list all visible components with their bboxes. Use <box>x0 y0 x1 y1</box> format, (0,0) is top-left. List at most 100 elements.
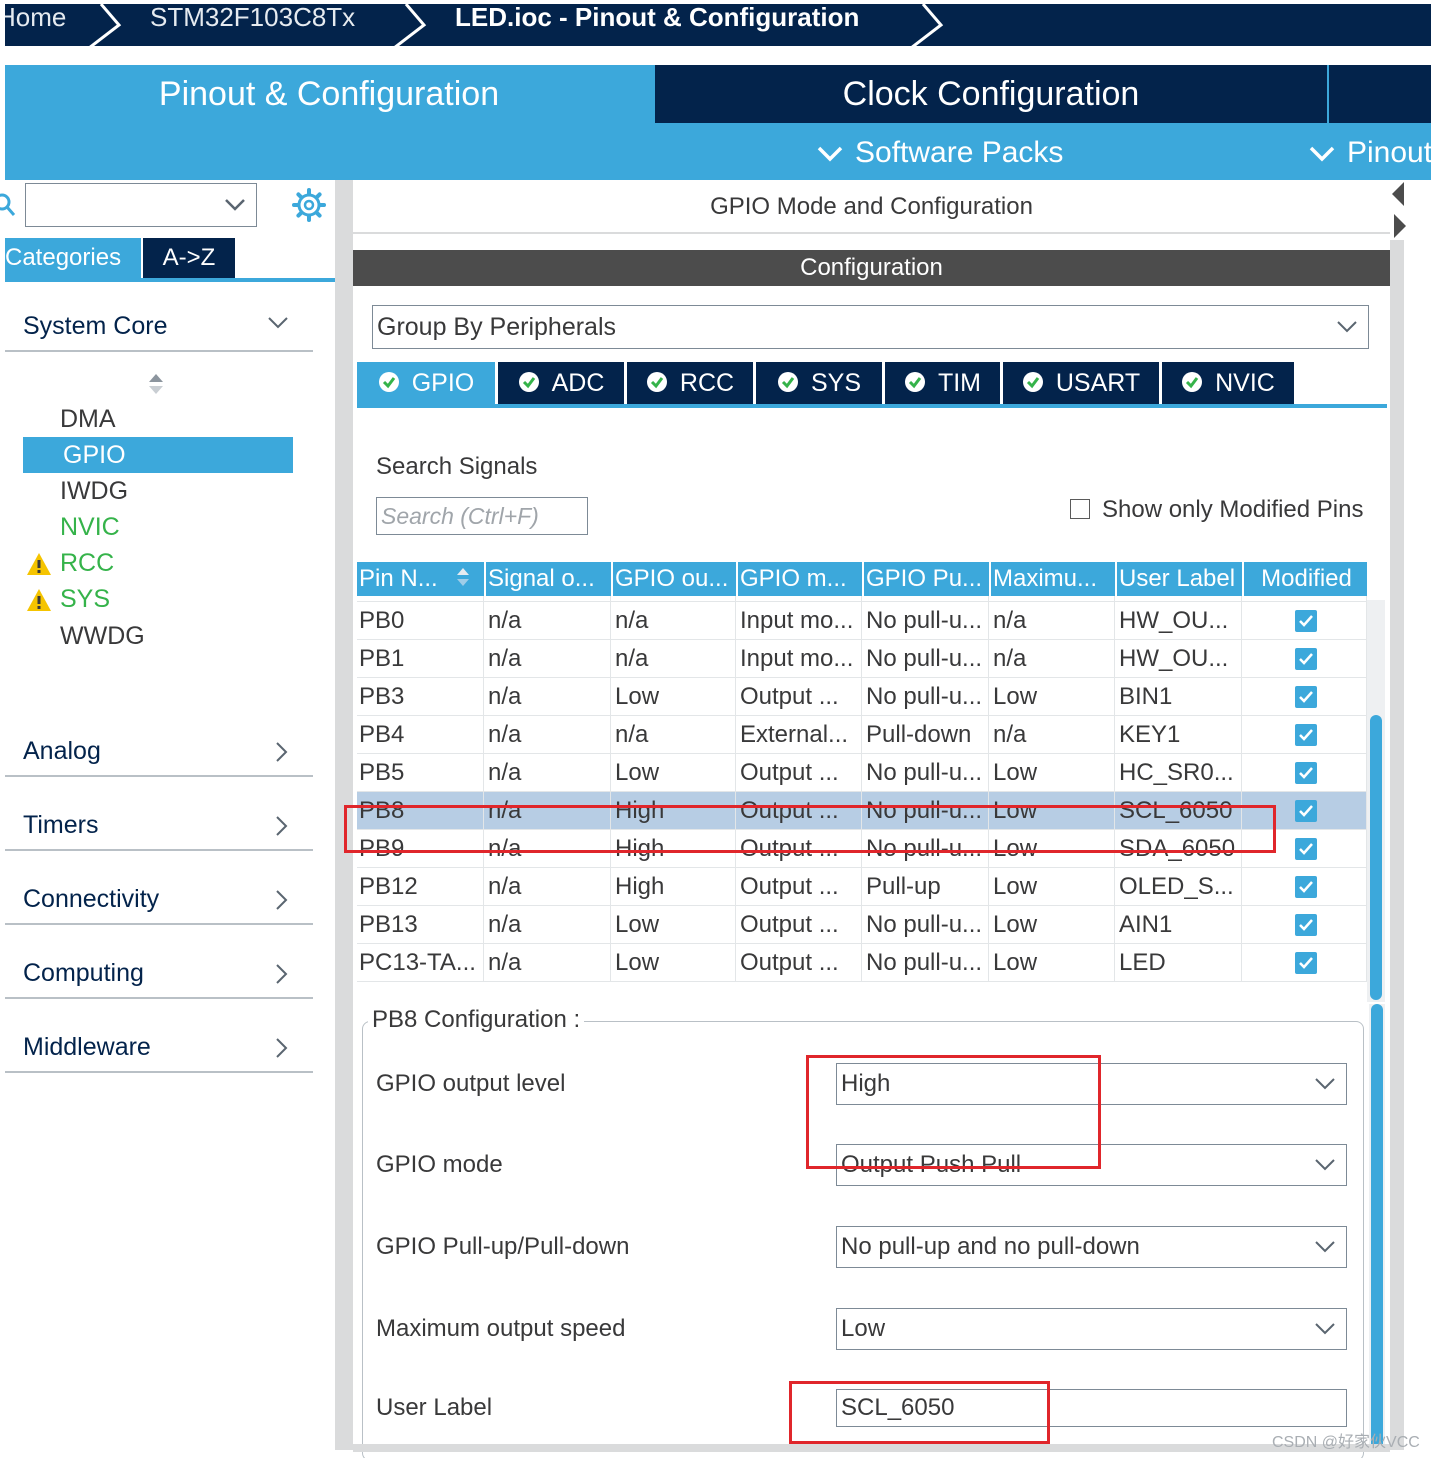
periph-dma[interactable]: DMA <box>60 405 116 434</box>
breadcrumb-project[interactable]: LED.ioc - Pinout & Configuration <box>455 4 859 46</box>
table-cell: No pull-u... <box>864 602 989 640</box>
periph-nvic[interactable]: NVIC <box>60 513 120 542</box>
pull-up-down-select[interactable]: No pull-up and no pull-down <box>836 1226 1347 1268</box>
modified-cell <box>1244 944 1367 982</box>
column-header[interactable]: GPIO Pu... <box>864 562 989 596</box>
table-scroll-thumb[interactable] <box>1370 715 1382 1000</box>
checkbox-checked-icon <box>1294 914 1317 936</box>
periph-gpio[interactable]: GPIO <box>23 437 293 473</box>
check-icon <box>1298 957 1313 969</box>
column-header[interactable]: Signal o... <box>486 562 611 596</box>
table-cell: No pull-u... <box>864 678 989 716</box>
table-cell: No pull-u... <box>864 754 989 792</box>
periph-sys[interactable]: SYS <box>60 585 110 614</box>
column-header[interactable]: Modified <box>1244 562 1367 596</box>
table-scrollbar[interactable] <box>1367 600 1385 1002</box>
check-icon <box>1298 805 1313 817</box>
category-label: Analog <box>23 737 101 765</box>
tab-next[interactable] <box>1329 65 1431 123</box>
tab-a-to-z[interactable]: A->Z <box>143 238 235 278</box>
max-speed-select[interactable]: Low <box>836 1308 1347 1350</box>
highlight-box-output-level <box>806 1055 1101 1169</box>
table-row[interactable]: PB13 n/a Low Output ... No pull-u... Low AIN1 <box>357 906 1367 944</box>
tab-clock-configuration[interactable]: Clock Configuration <box>655 65 1327 123</box>
check-icon <box>1298 881 1313 893</box>
pinout-menu[interactable]: Pinout <box>1309 131 1432 175</box>
breadcrumb-mcu[interactable]: STM32F103C8Tx <box>150 4 355 46</box>
periph-rcc[interactable]: RCC <box>60 549 114 578</box>
collapse-panel-icon[interactable] <box>1390 180 1410 240</box>
breadcrumb-home[interactable]: Home <box>5 4 66 46</box>
check-circle-icon <box>1182 372 1203 393</box>
group-by-select[interactable]: Group By Peripherals <box>372 305 1369 349</box>
periph-iwdg[interactable]: IWDG <box>60 477 128 506</box>
show-modified-checkbox[interactable]: Show only Modified Pins <box>1070 496 1363 524</box>
category-search-combo[interactable] <box>25 183 257 227</box>
tab-adc[interactable]: ADC <box>498 362 624 404</box>
sort-icon[interactable] <box>455 566 471 588</box>
table-row[interactable]: PB0 n/a n/a Input mo... No pull-u... n/a HW_OU… <box>357 602 1367 640</box>
tab-gpio[interactable]: GPIO <box>357 362 495 404</box>
checkbox-checked-icon <box>1294 838 1317 860</box>
category-analog[interactable]: Analog <box>5 731 313 777</box>
sort-icon[interactable] <box>146 372 166 396</box>
tab-categories[interactable]: Categories <box>5 238 141 278</box>
table-cell: Low <box>991 678 1115 716</box>
check-circle-icon <box>777 372 798 393</box>
category-middleware[interactable]: Middleware <box>5 1027 313 1073</box>
table-row[interactable]: PB4 n/a n/a External... Pull-down n/a KEY1 <box>357 716 1367 754</box>
category-connectivity[interactable]: Connectivity <box>5 879 313 925</box>
table-cell: No pull-u... <box>864 640 989 678</box>
table-row[interactable]: PB1 n/a n/a Input mo... No pull-u... n/a HW_OU… <box>357 640 1367 678</box>
chevron-down-icon <box>1309 146 1335 162</box>
modified-cell <box>1244 906 1367 944</box>
table-cell: PB4 <box>357 716 484 754</box>
category-timers[interactable]: Timers <box>5 805 313 851</box>
gear-icon[interactable] <box>292 188 326 222</box>
table-cell: Output ... <box>738 944 862 982</box>
tab-nvic[interactable]: NVIC <box>1162 362 1294 404</box>
tab-tim[interactable]: TIM <box>885 362 1000 404</box>
table-cell: HC_SR0... <box>1117 754 1242 792</box>
checkbox-checked-icon <box>1294 610 1317 632</box>
search-signals-input[interactable]: Search (Ctrl+F) <box>376 497 588 535</box>
group-by-value: Group By Peripherals <box>377 313 617 341</box>
chevron-down-icon <box>817 146 843 162</box>
search-signals-label: Search Signals <box>376 453 538 480</box>
tab-usart[interactable]: USART <box>1003 362 1159 404</box>
column-header[interactable]: Maximu... <box>991 562 1115 596</box>
table-row[interactable]: PC13-TA... n/a Low Output ... No pull-u... Lo… <box>357 944 1367 982</box>
tab-sys[interactable]: SYS <box>756 362 882 404</box>
column-header[interactable]: GPIO m... <box>738 562 862 596</box>
category-computing[interactable]: Computing <box>5 953 313 999</box>
table-row[interactable]: PB3 n/a Low Output ... No pull-u... Low BIN1 <box>357 678 1367 716</box>
config-scroll-thumb[interactable] <box>1371 1004 1383 1450</box>
tab-rcc[interactable]: RCC <box>627 362 753 404</box>
table-row[interactable]: PB5 n/a Low Output ... No pull-u... Low HC_SR0… <box>357 754 1367 792</box>
search-icon[interactable] <box>0 192 18 218</box>
checkbox-icon[interactable] <box>1070 498 1090 519</box>
table-cell: n/a <box>486 678 611 716</box>
config-scrollbar[interactable] <box>1369 1004 1385 1450</box>
column-header[interactable]: GPIO ou... <box>613 562 736 596</box>
check-icon <box>1298 843 1313 855</box>
table-cell: n/a <box>486 640 611 678</box>
warning-icon <box>27 553 51 575</box>
check-icon <box>1298 691 1313 703</box>
panel-scroll-track[interactable] <box>1390 240 1404 1450</box>
horizontal-scrollbar[interactable] <box>353 1444 1390 1452</box>
table-row[interactable]: PB12 n/a High Output ... Pull-up Low OLED_S... <box>357 868 1367 906</box>
checkbox-checked-icon <box>1294 952 1317 974</box>
chevron-right-icon <box>276 890 288 910</box>
pin-table-header: Pin N... Signal o... GPIO ou... GPIO m... GP… <box>357 562 1367 596</box>
software-packs-menu[interactable]: Software Packs <box>817 131 1063 175</box>
modified-cell <box>1244 640 1367 678</box>
category-label: Computing <box>23 959 144 987</box>
tab-pinout-configuration[interactable]: Pinout & Configuration <box>5 65 653 123</box>
category-system-core[interactable]: System Core <box>5 306 313 352</box>
periph-wwdg[interactable]: WWDG <box>60 622 145 651</box>
table-cell: No pull-u... <box>864 944 989 982</box>
modified-cell <box>1244 716 1367 754</box>
column-header[interactable]: User Label <box>1117 562 1242 596</box>
chevron-right-icon <box>276 742 288 762</box>
